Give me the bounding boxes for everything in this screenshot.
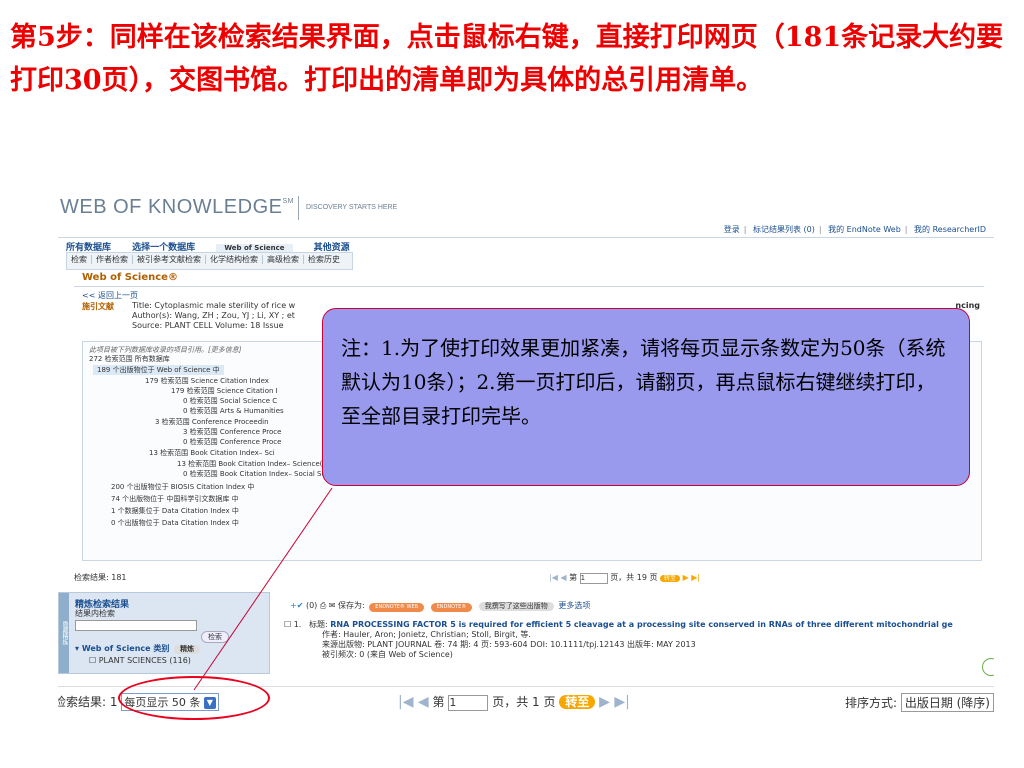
tree-row[interactable]: 179 检索范围 Science Citation Index <box>145 376 269 386</box>
top-page-input[interactable]: 1 <box>579 573 608 584</box>
subtab-cited-ref-search[interactable]: 被引参考文献检索 <box>137 255 206 264</box>
record-cited: 被引频次: 0 (来自 Web of Science) <box>322 650 453 659</box>
logo-divider <box>298 196 299 220</box>
wok-logo: WEB OF KNOWLEDGESM <box>60 196 294 219</box>
wok-logo-mark: SM <box>282 198 294 205</box>
record-index: 1. <box>293 620 302 629</box>
endnote-button[interactable]: ENDNOTE® <box>430 603 473 612</box>
results-count: 检索结果: 181 <box>74 573 127 582</box>
tree-row[interactable]: 0 检索范围 Social Science C <box>183 396 277 406</box>
bottom-page-prefix: 第 <box>432 695 445 709</box>
bottom-results-label: 检索结果: 1 <box>58 695 118 709</box>
subtab-structure-search[interactable]: 化学结构检索 <box>210 255 263 264</box>
marked-list-link[interactable]: 标记结果列表 (0) <box>753 225 815 234</box>
citation-title[interactable]: Title: Cytoplasmic male sterility of ric… <box>132 301 295 311</box>
refine-search-input[interactable] <box>75 620 197 631</box>
tree-row[interactable]: 272 检索范围 所有数据库 <box>89 354 170 364</box>
tree-row[interactable]: 0 检索范围 Conference Proce <box>183 437 281 447</box>
page-suffix: 页，共 19 页 <box>610 573 658 582</box>
my-publications-button[interactable]: 我撰写了这些出版物 <box>478 602 554 611</box>
top-pager: |◀ ◀ 第 1 页，共 19 页 转至 ▶ ▶| <box>549 572 700 584</box>
page-prefix: 第 <box>569 573 578 582</box>
scroll-handle[interactable] <box>982 658 994 676</box>
result-record: ☐ 1. 标题: RNA PROCESSING FACTOR 5 is requ… <box>284 620 953 660</box>
tree-row[interactable]: 200 个出版物位于 BIOSIS Citation Index 中 <box>111 482 254 492</box>
sort-label: 排序方式: <box>844 696 897 710</box>
first-page-icon[interactable]: |◀ ◀ <box>549 573 567 582</box>
more-options-link[interactable]: 更多选项 <box>558 601 590 610</box>
subtab-search-history[interactable]: 检索历史 <box>308 255 344 264</box>
record-title[interactable]: RNA PROCESSING FACTOR 5 is required for … <box>330 620 953 629</box>
tree-row[interactable]: 3 检索范围 Conference Proceedin <box>155 417 269 427</box>
top-links: 登录 | 标记结果列表 (0) | 我的 EndNote Web | 我的 Resea… <box>723 225 986 234</box>
refine-search-button[interactable]: 检索 <box>201 631 229 643</box>
endnote-web-button[interactable]: ENDNOTE® WEB <box>369 603 425 612</box>
record-checkbox[interactable]: ☐ <box>284 620 291 629</box>
subtab-advanced-search[interactable]: 高级检索 <box>267 255 304 264</box>
tree-row[interactable]: 189 个出版物位于 Web of Science 中 <box>93 365 224 375</box>
results-toolbar: +✔ (0) ⎙ ✉ 保存为: ENDNOTE® WEB ENDNOTE® 我撰… <box>290 600 590 612</box>
wok-tagline: DISCOVERY STARTS HERE <box>306 204 398 211</box>
record-title-line: ☐ 1. 标题: RNA PROCESSING FACTOR 5 is requ… <box>284 620 953 630</box>
search-subtabs: 检索 作者检索 被引参考文献检索 化学结构检索 高级检索 检索历史 <box>66 252 353 270</box>
panel-divider <box>74 286 984 287</box>
tree-row[interactable]: 13 检索范围 Book Citation Index– Sci <box>149 448 275 458</box>
wok-logo-text: WEB OF KNOWLEDGE <box>60 196 283 218</box>
tree-row[interactable]: 1 个数据集位于 Data Citation Index 中 <box>111 506 239 516</box>
marked-count: (0) <box>305 601 318 610</box>
note-text: 注：1.为了使打印效果更加紧凑，请将每页显示条数定为50条（系统默认为10条）；… <box>341 336 946 428</box>
subtab-search[interactable]: 检索 <box>71 255 92 264</box>
bottom-sort: 排序方式: 出版日期 (降序) <box>845 693 994 712</box>
tree-row[interactable]: 0 个出版物位于 Data Citation Index 中 <box>111 518 239 528</box>
subtab-author-search[interactable]: 作者检索 <box>96 255 133 264</box>
slide-instruction: 第5步：同样在该检索结果界面，点击鼠标右键，直接打印网页（181条记录大约要打印… <box>10 16 1014 102</box>
step-label: 第5步 <box>10 22 83 53</box>
tree-row[interactable]: 179 检索范围 Science Citation I <box>171 386 278 396</box>
login-link[interactable]: 登录 <box>724 225 740 234</box>
record-source: 来源出版物: PLANT JOURNAL 卷: 74 期: 4 页: 593-6… <box>322 640 696 649</box>
back-link[interactable]: << 返回上一页 <box>82 290 138 301</box>
refine-category-button[interactable]: 精炼 <box>174 645 201 654</box>
next-page-icon[interactable]: ▶ ▶| <box>599 694 630 710</box>
tree-row[interactable]: 74 个出版物位于 中国科学引文数据库 中 <box>111 494 239 504</box>
refine-toggle[interactable]: 隐藏精炼 <box>59 593 69 673</box>
citation-authors: Author(s): Wang, ZH ; Zou, YJ ; Li, XY ;… <box>132 311 295 320</box>
bottom-go-button[interactable]: 转至 <box>559 695 596 709</box>
top-go-button[interactable]: 转至 <box>660 575 681 582</box>
cited-label: 施引文献 <box>82 302 114 311</box>
mark-icon[interactable]: +✔ <box>290 601 303 610</box>
endnote-web-link[interactable]: 我的 EndNote Web <box>828 225 901 234</box>
tree-row[interactable]: 0 检索范围 Arts & Humanities <box>183 406 284 416</box>
first-page-icon[interactable]: |◀ ◀ <box>398 694 429 710</box>
refine-category-label: Web of Science 类别 <box>81 644 170 653</box>
top-bar: 登录 | 标记结果列表 (0) | 我的 EndNote Web | 我的 Resea… <box>58 223 994 238</box>
email-icon[interactable]: ✉ <box>329 601 336 610</box>
bottom-page-suffix: 页，共 1 页 <box>492 695 556 709</box>
results-bar: 检索结果: 181 |◀ ◀ 第 1 页，共 19 页 转至 ▶ ▶| <box>74 572 984 586</box>
step-colon: ： <box>82 22 110 53</box>
bottom-pager: |◀ ◀ 第 1 页，共 1 页 转至 ▶ ▶| <box>398 693 630 711</box>
bottom-page-input[interactable]: 1 <box>448 695 489 711</box>
record-authors: 作者: Hauler, Aron; Jonietz, Christian; St… <box>322 630 531 639</box>
print-icon[interactable]: ⎙ <box>320 601 326 610</box>
tree-row[interactable]: 3 检索范围 Conference Proce <box>183 427 281 437</box>
refine-subtitle: 结果内检索 <box>75 609 115 618</box>
tab-web-of-science[interactable]: Web of Science <box>216 244 293 252</box>
save-as-label: 保存为: <box>338 601 365 610</box>
category-checkbox[interactable]: ☐ PLANT SCIENCES (116) <box>89 656 191 665</box>
citation-source: Source: PLANT CELL Volume: 18 Issue <box>132 321 284 330</box>
sort-select[interactable]: 出版日期 (降序) <box>900 693 994 712</box>
per-page-highlight-ellipse <box>118 676 270 720</box>
citation-meta: Title: Cytoplasmic male sterility of ric… <box>132 301 295 331</box>
category-checkbox-label: PLANT SCIENCES (116) <box>98 656 191 665</box>
record-title-label: 标题: <box>309 620 331 629</box>
researcherid-link[interactable]: 我的 ResearcherID <box>914 225 986 234</box>
refine-panel: 隐藏精炼 精炼检索结果 结果内检索 检索 ▾ Web of Science 类别… <box>58 592 270 674</box>
callout-note: 注：1.为了使打印效果更加紧凑，请将每页显示条数定为50条（系统默认为10条）；… <box>322 308 970 486</box>
section-title: Web of Science® <box>82 272 178 283</box>
database-tabs: 所有数据库 选择一个数据库 Web of Science 其他资源 <box>66 240 368 253</box>
next-page-icon[interactable]: ▶ ▶| <box>683 573 701 582</box>
refine-category[interactable]: ▾ Web of Science 类别 精炼 <box>75 643 202 654</box>
instruction-text: 同样在该检索结果界面，点击鼠标右键，直接打印网页（181条记录大约要打印30页）… <box>10 22 1004 96</box>
